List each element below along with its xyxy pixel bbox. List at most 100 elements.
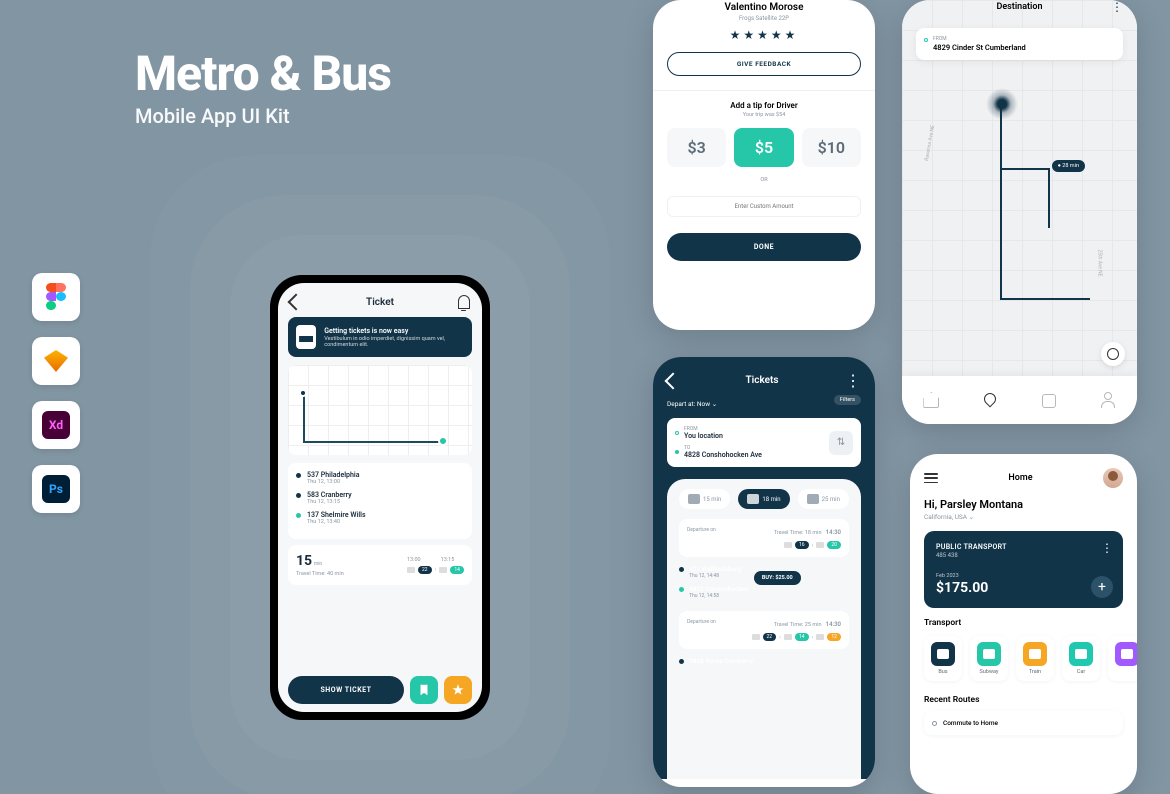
hero-title-block: Metro & Bus Mobile App UI Kit bbox=[135, 45, 391, 128]
bus-icon bbox=[784, 634, 792, 640]
mode-option[interactable]: 15 min bbox=[679, 489, 730, 509]
bus-icon bbox=[439, 567, 447, 573]
eta-badge: ● 28 min bbox=[1052, 160, 1085, 172]
walk-icon bbox=[807, 494, 819, 504]
give-feedback-button[interactable]: GIVE FEEDBACK bbox=[667, 52, 861, 76]
bus-icon bbox=[784, 542, 792, 548]
swap-icon[interactable] bbox=[829, 431, 853, 455]
xd-icon: Xd bbox=[32, 401, 80, 449]
buy-button[interactable]: BUY: $25.00 bbox=[754, 571, 801, 585]
or-divider: OR bbox=[667, 177, 861, 183]
card-menu-icon[interactable]: ⋮ bbox=[1101, 541, 1113, 555]
transport-option[interactable] bbox=[1108, 636, 1137, 681]
bus-icon bbox=[688, 494, 700, 504]
menu-dots-icon[interactable]: ⋮ bbox=[845, 371, 861, 390]
back-icon[interactable] bbox=[288, 294, 305, 311]
bell-icon[interactable] bbox=[458, 295, 470, 309]
tip-option-selected[interactable]: $5 bbox=[734, 128, 793, 167]
transport-option[interactable]: Bus bbox=[924, 636, 962, 681]
transport-option[interactable]: Car bbox=[1062, 636, 1100, 681]
tip-title: Add a tip for Driver bbox=[667, 101, 861, 110]
back-icon[interactable] bbox=[665, 372, 682, 389]
bus-icon bbox=[752, 634, 760, 640]
stop-item[interactable]: 5838 Route Cranberry bbox=[679, 657, 849, 665]
tool-icon-list: Xd Ps bbox=[32, 273, 80, 513]
recent-route-card[interactable]: Commute to Home bbox=[924, 711, 1123, 735]
other-icon bbox=[1115, 642, 1137, 666]
from-to-card: FROMYou location TO4828 Conshohocken Ave bbox=[667, 418, 861, 467]
bus-icon bbox=[747, 494, 759, 504]
transport-option[interactable]: Subway bbox=[970, 636, 1008, 681]
show-ticket-button[interactable]: SHOW TICKET bbox=[288, 676, 404, 704]
ticket-icon bbox=[296, 325, 316, 349]
page-title: Destination bbox=[996, 2, 1042, 12]
trip-card[interactable]: Departure on10 min Travel Time: 18 min 1… bbox=[679, 519, 849, 557]
stop-item[interactable]: 4832 ConshohockenThu 12, 14:58 BUY: $25.… bbox=[679, 585, 849, 599]
to-value[interactable]: 4828 Conshohocken Ave bbox=[684, 451, 762, 459]
bus-icon bbox=[816, 542, 824, 548]
duration-value: 15 bbox=[296, 553, 312, 569]
phone-ticket: Ticket Getting tickets is now easy Vesti… bbox=[270, 275, 490, 720]
rating-stars[interactable]: ★★★★★ bbox=[667, 28, 861, 42]
menu-icon[interactable] bbox=[924, 473, 938, 483]
phone-tickets: Tickets ⋮ Depart at: Now ⌄ Filters FROMY… bbox=[653, 357, 875, 787]
tab-profile-icon[interactable] bbox=[1100, 392, 1116, 408]
tip-option[interactable]: $10 bbox=[802, 128, 861, 167]
mode-option[interactable]: 25 min bbox=[798, 489, 849, 509]
trip-card[interactable]: Departure on18 min Travel Time: 25 min 1… bbox=[679, 611, 849, 649]
stop-item[interactable]: 137 Shelmire WillsThu 12, 13:40 bbox=[296, 511, 464, 525]
phone-destination: Ravenna Ave NE 25th Ave NE Destination ⋮… bbox=[902, 0, 1137, 424]
location-dropdown[interactable]: California, USA ⌄ bbox=[924, 513, 1123, 521]
card-price: $175.00 bbox=[936, 580, 1111, 596]
route-map[interactable] bbox=[288, 365, 472, 455]
from-value[interactable]: You location bbox=[684, 432, 723, 440]
custom-tip-input[interactable] bbox=[667, 196, 861, 217]
sketch-icon bbox=[32, 337, 80, 385]
tab-home-icon[interactable] bbox=[923, 392, 939, 408]
phone-home: Home Hi, Parsley Montana California, USA… bbox=[910, 454, 1137, 794]
driver-sub: Frogs Satellite 22P bbox=[667, 15, 861, 22]
location-pulse-icon bbox=[986, 88, 1018, 120]
hero-title: Metro & Bus bbox=[135, 45, 391, 102]
travel-time: Travel Time: 40 min bbox=[296, 571, 344, 577]
mode-option-selected[interactable]: 18 min bbox=[738, 489, 789, 509]
tip-option[interactable]: $3 bbox=[667, 128, 726, 167]
depart-dropdown[interactable]: Depart at: Now ⌄ bbox=[667, 400, 861, 408]
section-title: Recent Routes bbox=[910, 695, 1137, 705]
bus-icon bbox=[407, 567, 415, 573]
banner-subtitle: Vestibulum in odio imperdiet, dignissim … bbox=[324, 336, 464, 348]
locate-button[interactable] bbox=[1101, 342, 1125, 366]
photoshop-icon: Ps bbox=[32, 465, 80, 513]
page-title: Ticket bbox=[366, 297, 394, 308]
filters-button[interactable]: Filters bbox=[834, 395, 861, 405]
avatar[interactable] bbox=[1103, 468, 1123, 488]
driver-name: Valentino Morose bbox=[667, 2, 861, 13]
section-title: Transport bbox=[910, 618, 1137, 628]
greeting: Hi, Parsley Montana bbox=[924, 498, 1123, 511]
train-icon bbox=[1023, 642, 1047, 666]
add-button[interactable]: + bbox=[1091, 576, 1113, 598]
done-button[interactable]: DONE bbox=[667, 233, 861, 261]
tab-tickets-icon[interactable] bbox=[1041, 392, 1057, 408]
destination-pin-icon bbox=[438, 436, 448, 446]
car-icon bbox=[1069, 642, 1093, 666]
tip-subtitle: Your trip was $54 bbox=[667, 112, 861, 118]
transport-pass-card[interactable]: PUBLIC TRANSPORT 485 438 Feb 2023 $175.0… bbox=[924, 531, 1123, 608]
favorite-button[interactable] bbox=[444, 676, 472, 704]
subway-icon bbox=[977, 642, 1001, 666]
stop-item[interactable]: 537 PhiladelphiaThu 12, 13:00 bbox=[296, 471, 464, 485]
stops-list: 537 PhiladelphiaThu 12, 13:00 583 Cranbe… bbox=[288, 463, 472, 539]
figma-icon bbox=[32, 273, 80, 321]
stop-item[interactable]: 583 CranberryThu 12, 13:15 bbox=[296, 491, 464, 505]
menu-dots-icon[interactable]: ⋮ bbox=[1111, 0, 1123, 14]
bookmark-button[interactable] bbox=[410, 676, 438, 704]
transport-option[interactable]: Train bbox=[1016, 636, 1054, 681]
origin-pin-icon bbox=[299, 389, 307, 397]
route-chip: 22 bbox=[418, 566, 432, 574]
hero-subtitle: Mobile App UI Kit bbox=[135, 104, 391, 128]
tab-bar bbox=[902, 376, 1137, 424]
phone-feedback: Valentino Morose Frogs Satellite 22P ★★★… bbox=[653, 0, 875, 330]
tab-map-icon[interactable] bbox=[982, 392, 998, 408]
from-card[interactable]: FROM4829 Cinder St Cumberland bbox=[916, 28, 1123, 60]
info-banner: Getting tickets is now easy Vestibulum i… bbox=[288, 317, 472, 357]
